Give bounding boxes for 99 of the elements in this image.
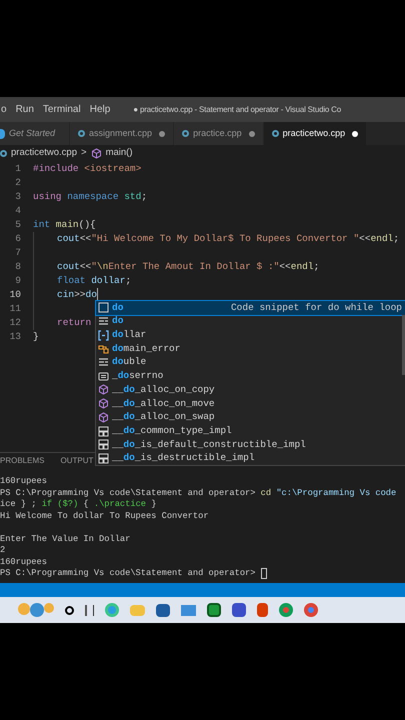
cube-icon <box>98 412 109 423</box>
cpp-file-icon <box>78 130 86 137</box>
suggestion-label: do <box>112 314 124 328</box>
suggestion-item[interactable]: double <box>96 356 405 370</box>
snippet-icon <box>98 302 109 314</box>
text-cursor <box>96 288 98 301</box>
app-icon[interactable] <box>232 603 246 617</box>
variable-icon <box>98 330 109 341</box>
line-number: 7 <box>14 246 22 260</box>
suggestion-label: _doserrno <box>112 369 164 384</box>
code-line: using namespace std; <box>33 190 148 204</box>
suggestion-detail: Code snippet for do while loop <box>230 300 402 315</box>
line-number: 5 <box>14 218 22 232</box>
editor-tab[interactable]: assignment.cpp <box>70 122 174 145</box>
terminal-line: Enter The Value In Dollar <box>0 534 130 545</box>
tab-label: practicetwo.cpp <box>282 126 346 140</box>
suggestion-label: domain_error <box>112 342 180 356</box>
suggestion-label: __do_is_default_constructible_impl <box>112 438 306 452</box>
struct-icon <box>98 426 109 437</box>
code-line: } <box>33 330 39 344</box>
panel-tab[interactable]: PROBLEMS <box>0 455 44 467</box>
suggestion-label: __do_is_destructible_impl <box>112 451 255 466</box>
line-number: 9 <box>14 274 22 288</box>
search-icon[interactable] <box>65 606 74 614</box>
terminal-line: 2 <box>0 545 6 556</box>
menu-item[interactable]: Run <box>16 102 34 117</box>
suggestion-item[interactable]: __do_alloc_on_copy <box>96 383 405 397</box>
panel-tab[interactable]: OUTPUT <box>60 455 94 467</box>
suggestion-label: __do_alloc_on_move <box>112 396 215 411</box>
struct-icon <box>98 452 109 464</box>
window-title: ● practicetwo.cpp - Statement and operator - Visual Studio Co <box>133 104 342 116</box>
cpp-file-icon <box>0 150 7 157</box>
line-number: 3 <box>14 190 22 204</box>
editor-tab[interactable]: practice.cpp <box>174 122 264 145</box>
suggestion-label: __do_alloc_on_copy <box>112 382 215 397</box>
terminal-cursor <box>260 568 267 580</box>
field-icon <box>98 370 109 382</box>
suggestion-item[interactable]: __do_alloc_on_move <box>96 396 405 410</box>
editor-tab[interactable]: practicetwo.cpp <box>264 122 368 145</box>
line-number: 13 <box>8 330 22 344</box>
suggestion-item[interactable]: dollar <box>96 328 405 342</box>
menu-item[interactable]: Terminal <box>42 102 81 117</box>
breadcrumb-separator: > <box>81 146 87 160</box>
struct-icon <box>98 439 109 450</box>
line-number: 10 <box>8 288 22 302</box>
editor-tab[interactable]: Get Started <box>0 122 70 145</box>
suggestion-label: __do_alloc_on_swap <box>112 410 215 424</box>
line-number: 1 <box>14 162 22 176</box>
line-number: 6 <box>14 232 22 246</box>
cube-icon <box>90 148 102 159</box>
task-view-icon[interactable] <box>85 604 94 616</box>
store-icon[interactable] <box>156 604 170 616</box>
terminal-line: PS C:\Programming Vs code\Statement and operator> <box>0 568 256 580</box>
suggestion-item[interactable]: __do_alloc_on_swap <box>96 410 405 424</box>
suggestion-label: dollar <box>112 328 146 342</box>
suggestion-item[interactable]: do <box>96 314 405 328</box>
suggestion-label: double <box>112 355 146 370</box>
code-line: float dollar; <box>56 274 132 288</box>
line-number: 12 <box>8 316 22 330</box>
suggestion-item[interactable]: __do_is_default_constructible_impl <box>96 438 405 452</box>
suggestion-item[interactable]: domain_error <box>96 342 405 356</box>
suggestion-item[interactable]: __do_is_destructible_impl <box>96 452 405 466</box>
terminal-line: Hi Welcome To dollar To Rupees Convertor <box>0 510 209 522</box>
mail-icon[interactable] <box>181 604 196 616</box>
class-icon <box>98 343 109 354</box>
suggestion-label: do <box>112 300 124 315</box>
tab-label: practice.cpp <box>193 126 242 140</box>
terminal-line: 160rupees <box>0 476 47 488</box>
code-line: cin>>do <box>56 288 97 302</box>
suggestion-item[interactable]: do Code snippet for do while loop <box>96 301 405 315</box>
line-number: 4 <box>14 204 22 218</box>
terminal-line: 160rupees <box>0 556 47 568</box>
cpp-file-icon <box>182 130 190 137</box>
cube-icon <box>98 398 109 410</box>
line-number: 2 <box>14 176 22 190</box>
breadcrumb-item[interactable]: practicetwo.cpp <box>11 146 78 161</box>
code-line: int main(){ <box>33 218 96 232</box>
code-line: return <box>56 316 92 330</box>
tab-label: assignment.cpp <box>89 126 152 140</box>
tab-label: Get Started <box>9 126 56 140</box>
keyword-icon <box>98 316 109 328</box>
browser-icon[interactable] <box>105 603 119 617</box>
breadcrumb-item[interactable]: main() <box>106 146 132 161</box>
code-line: cout<<"Hi Welcome To My Dollar$ To Rupees Convertor "<<endl; <box>56 232 400 246</box>
suggestion-item[interactable]: _doserrno <box>96 369 405 384</box>
code-line: #include <iostream> <box>33 162 142 176</box>
menu-item[interactable]: Help <box>90 102 110 117</box>
cube-icon <box>98 384 109 396</box>
line-number: 11 <box>8 302 22 316</box>
cpp-file-icon <box>272 130 279 137</box>
line-number: 8 <box>14 260 22 274</box>
suggestion-item[interactable]: __do_common_type_impl <box>96 424 405 438</box>
weather-icon <box>18 603 54 617</box>
code-line: cout<<"\nEnter The Amout In Dollar $ :"<<endl; <box>56 260 320 274</box>
menu-item[interactable]: o <box>1 102 7 117</box>
terminal-line: PS C:\Programming Vs code\Statement and operator> cd "c:\Programming Vs code <box>0 488 396 499</box>
terminal-line: ice } ; if ($?) { .\practice } <box>0 499 156 510</box>
keyword-icon <box>98 357 109 368</box>
suggestion-label: __do_common_type_impl <box>112 424 232 438</box>
